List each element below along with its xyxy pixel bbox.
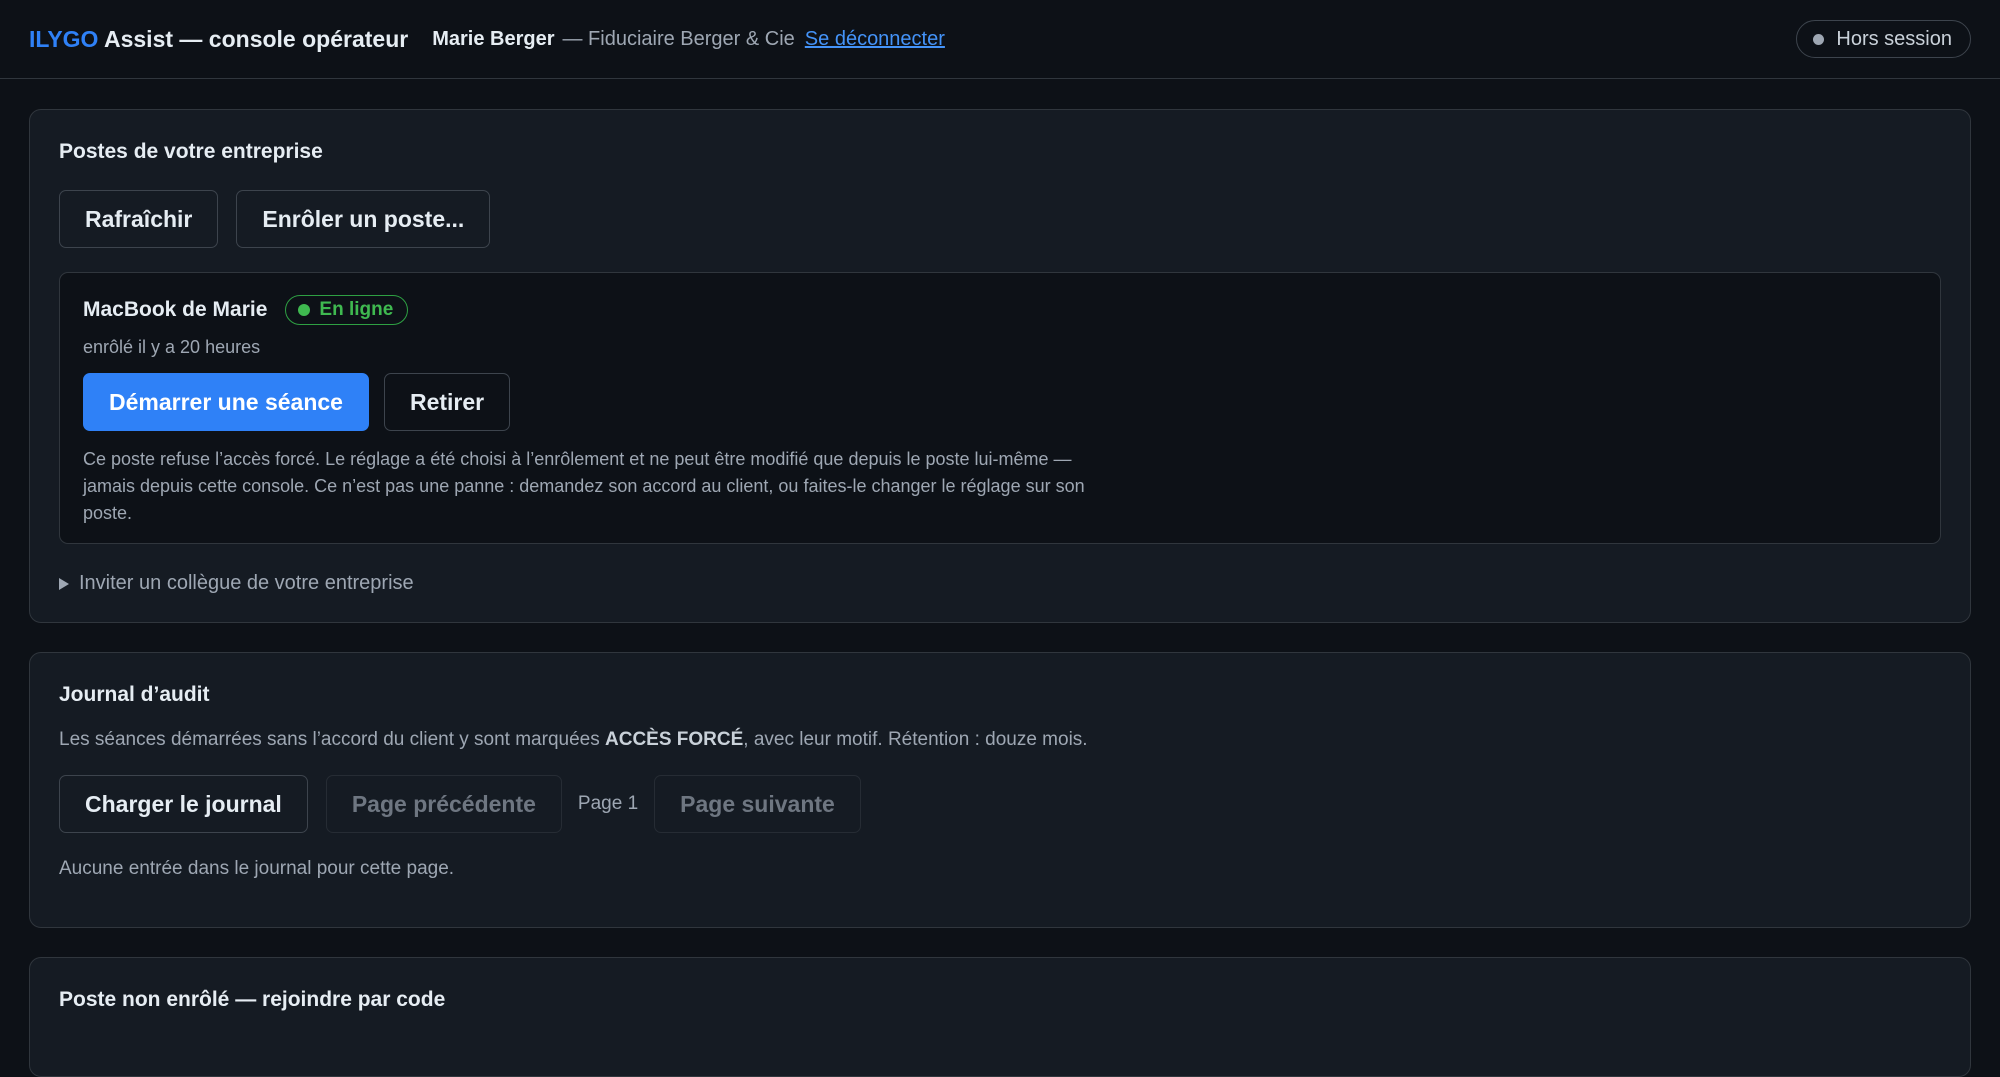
devices-toolbar: Rafraîchir Enrôler un poste...	[59, 190, 1941, 248]
session-status-label: Hors session	[1836, 27, 1952, 50]
user-organization: — Fiduciaire Berger & Cie	[562, 27, 795, 50]
enroll-device-button[interactable]: Enrôler un poste...	[236, 190, 491, 248]
session-status-badge: Hors session	[1796, 20, 1971, 58]
device-header: MacBook de Marie En ligne	[83, 295, 1917, 325]
user-name: Marie Berger	[432, 27, 555, 50]
audit-toolbar: Charger le journal Page précédente Page …	[59, 775, 1941, 833]
device-name: MacBook de Marie	[83, 298, 268, 321]
online-dot-icon	[298, 304, 311, 316]
audit-desc-retention: , avec leur motif. Rétention : douze moi…	[743, 729, 1088, 750]
device-actions: Démarrer une séance Retirer	[83, 373, 1917, 431]
remove-device-button[interactable]: Retirer	[383, 373, 511, 431]
audit-card: Journal d’audit Les séances démarrées sa…	[29, 652, 1971, 928]
join-by-code-card: Poste non enrôlé — rejoindre par code	[29, 957, 1971, 1077]
invite-colleague-label: Inviter un collègue de votre entreprise	[79, 572, 414, 594]
devices-card: Postes de votre entreprise Rafraîchir En…	[29, 109, 1971, 623]
device-status-badge: En ligne	[285, 295, 409, 325]
audit-description: Les séances démarrées sans l’accord du c…	[59, 729, 1941, 751]
top-bar: ILYGO Assist — console opérateur Marie B…	[0, 0, 2000, 79]
status-dot-icon	[1813, 33, 1825, 45]
user-info: Marie Berger — Fiduciaire Berger & Cie S…	[432, 28, 945, 51]
app-title: ILYGO Assist — console opérateur	[29, 26, 408, 53]
device-card: MacBook de Marie En ligne enrôlé il y a …	[59, 272, 1941, 544]
audit-section-title: Journal d’audit	[59, 683, 210, 706]
audit-desc-text: Les séances démarrées sans l’accord du c…	[59, 729, 605, 750]
device-status-label: En ligne	[319, 299, 394, 320]
previous-page-button[interactable]: Page précédente	[325, 775, 562, 833]
join-section-title: Poste non enrôlé — rejoindre par code	[59, 988, 446, 1011]
start-session-button[interactable]: Démarrer une séance	[83, 373, 369, 431]
device-enrolled-time: enrôlé il y a 20 heures	[83, 337, 261, 357]
next-page-button[interactable]: Page suivante	[654, 775, 861, 833]
audit-empty-message: Aucune entrée dans le journal pour cette…	[59, 858, 455, 879]
load-journal-button[interactable]: Charger le journal	[59, 775, 308, 833]
brand-name: ILYGO	[29, 25, 99, 52]
forced-access-tag: ACCÈS FORCÉ	[605, 729, 744, 750]
invite-colleague-toggle[interactable]: Inviter un collègue de votre entreprise	[59, 572, 1941, 595]
page-indicator: Page 1	[577, 793, 639, 814]
disclosure-triangle-icon	[59, 577, 69, 590]
refresh-button[interactable]: Rafraîchir	[59, 190, 219, 248]
logout-link[interactable]: Se déconnecter	[805, 28, 945, 51]
device-forced-access-note: Ce poste refuse l’accès forcé. Le réglag…	[83, 449, 1085, 523]
devices-section-title: Postes de votre entreprise	[59, 140, 323, 163]
console-title: Assist — console opérateur	[98, 25, 409, 52]
